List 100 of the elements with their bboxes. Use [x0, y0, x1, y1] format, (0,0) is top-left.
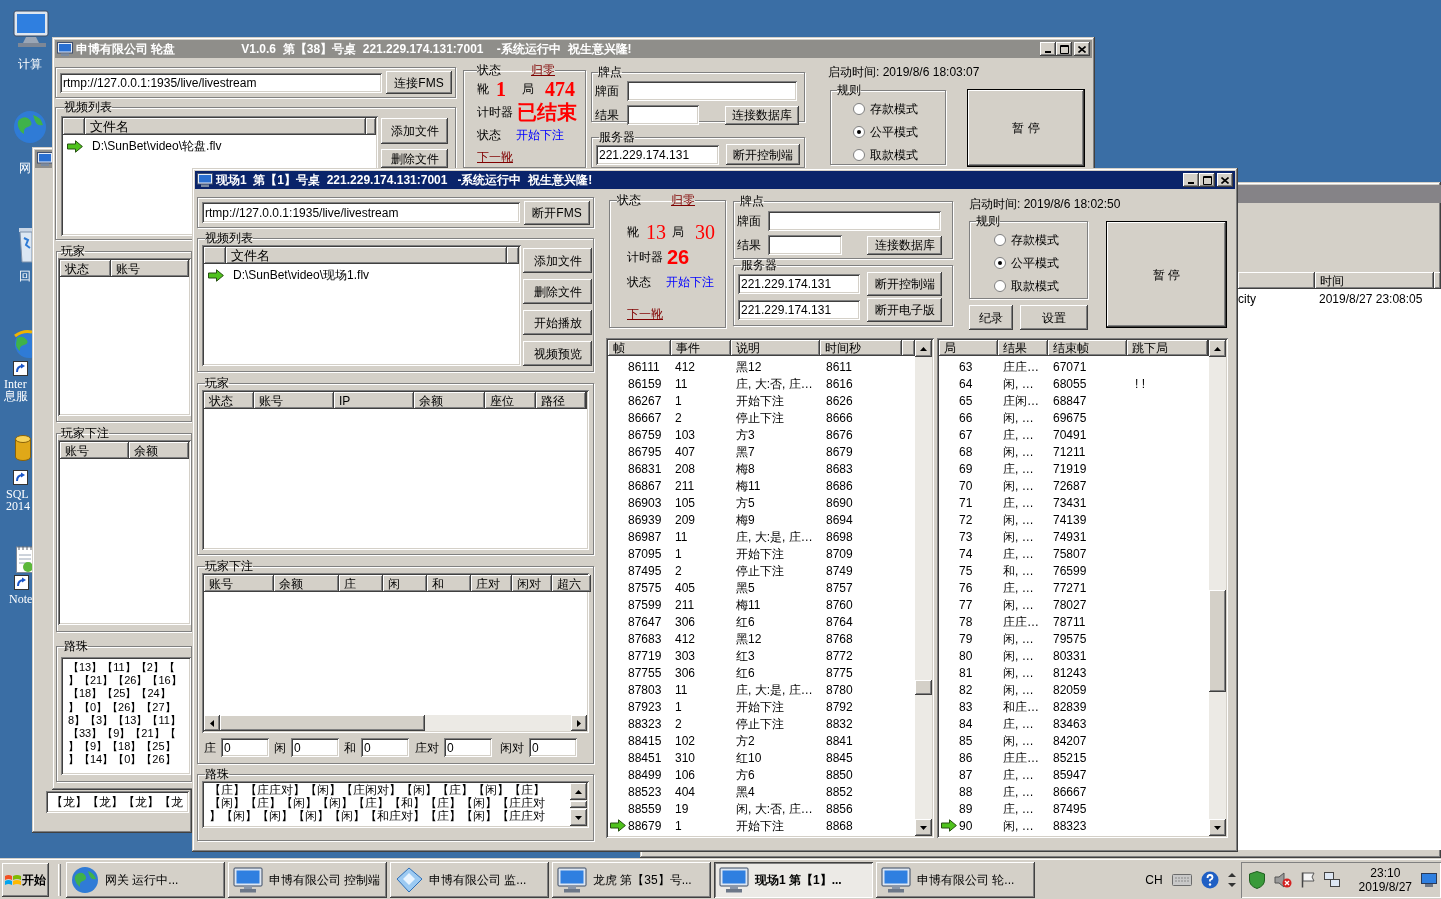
connect-database-button[interactable]: 连接数据库 — [867, 235, 942, 255]
fms-button[interactable]: 连接FMS — [386, 71, 452, 94]
bet-total-field[interactable]: 0 — [291, 738, 339, 757]
scrollbar[interactable] — [915, 340, 932, 836]
pause-button[interactable]: 暂 停 — [967, 89, 1085, 167]
server-button[interactable]: 断开控制端 — [726, 144, 800, 165]
bet-total-field[interactable]: 0 — [361, 738, 409, 757]
scrollbar-thumb[interactable] — [570, 801, 587, 808]
column-header[interactable]: 结果 — [998, 340, 1048, 356]
pause-button[interactable]: 暂 停 — [1106, 221, 1227, 328]
scroll-down-button[interactable] — [570, 809, 587, 826]
icon-label[interactable]: Inter — [4, 378, 28, 390]
radio-label[interactable]: 存款模式 — [870, 99, 918, 118]
scroll-left-button[interactable] — [204, 715, 220, 731]
column-header[interactable]: 说明 — [731, 340, 820, 356]
reset-link[interactable]: 归零 — [531, 64, 555, 77]
close-button[interactable] — [1217, 173, 1233, 187]
server-button[interactable]: 断开控制端 — [867, 272, 942, 296]
scrollbar-thumb[interactable] — [915, 680, 932, 695]
column-header[interactable]: 账号 — [254, 392, 334, 409]
taskbar-button[interactable]: 申博有限公司 控制端 — [228, 861, 387, 898]
radio-label[interactable]: 取款模式 — [1011, 276, 1059, 295]
column-header[interactable]: 跳下局 — [1127, 340, 1208, 356]
icon-label[interactable]: SQL — [6, 488, 30, 500]
radio-button[interactable] — [994, 256, 1006, 269]
column-header[interactable]: 状态 — [204, 392, 254, 409]
next-shoe-link[interactable]: 下一靴 — [477, 150, 513, 164]
scrollbar[interactable] — [204, 715, 587, 731]
file-action-button[interactable]: 添加文件 — [381, 118, 448, 144]
column-header[interactable]: 文件名 — [85, 118, 366, 135]
column-header[interactable]: 路径 — [536, 392, 586, 409]
column-header[interactable]: 帧 — [608, 340, 671, 356]
column-header[interactable]: 余额 — [414, 392, 485, 409]
radio-label[interactable]: 取款模式 — [870, 145, 918, 164]
taskbar-button[interactable]: 申博有限公司 监... — [390, 861, 549, 898]
card-face-field[interactable] — [627, 81, 797, 101]
icon-label[interactable]: 息服 — [4, 390, 28, 402]
connect-database-button[interactable]: 连接数据库 — [725, 105, 799, 125]
radio-label[interactable]: 公平模式 — [870, 122, 918, 141]
next-shoe-link[interactable]: 下一靴 — [627, 307, 663, 321]
server-button[interactable]: 断开电子版 — [867, 298, 942, 322]
taskbar-button[interactable]: 申博有限公司 轮... — [876, 861, 1035, 898]
column-header[interactable]: 事件 — [671, 340, 731, 356]
column-header[interactable]: IP — [334, 392, 414, 409]
scroll-down-button[interactable] — [915, 819, 932, 836]
bet-total-field[interactable]: 0 — [221, 738, 269, 757]
scroll-down-button[interactable] — [1209, 819, 1226, 836]
column-header[interactable]: 账号 — [111, 260, 189, 277]
file-item[interactable]: D:\SunBet\video\轮盘.flv — [92, 137, 222, 155]
column-header[interactable]: 账号 — [60, 442, 129, 459]
server-address-field[interactable]: 221.229.174.131 — [738, 274, 860, 294]
column-header[interactable]: 座位 — [485, 392, 536, 409]
server-address-field[interactable]: 221.229.174.131 — [738, 300, 860, 320]
file-action-button[interactable]: 开始播放 — [523, 310, 592, 335]
column-header[interactable]: 超六 — [552, 575, 591, 592]
radio-label[interactable]: 存款模式 — [1011, 230, 1059, 249]
close-button[interactable] — [1074, 42, 1090, 56]
icon-label[interactable]: 网 — [19, 162, 31, 174]
column-header[interactable]: 庄 — [339, 575, 383, 592]
file-action-button[interactable]: 添加文件 — [523, 248, 592, 273]
column-header[interactable]: 账号 — [204, 575, 274, 592]
taskbar-button[interactable]: 网关 运行中... — [66, 861, 225, 898]
minimize-button[interactable] — [1040, 42, 1056, 56]
taskbar-button[interactable]: 现场1 第【1】... — [714, 861, 873, 898]
icon-label[interactable]: Note — [9, 593, 33, 605]
column-header[interactable]: 时间 — [1315, 272, 1434, 289]
column-header[interactable]: 和 — [427, 575, 471, 592]
icon-label[interactable]: 回 — [19, 270, 31, 282]
column-header[interactable]: 状态 — [60, 260, 111, 277]
file-action-button[interactable]: 删除文件 — [523, 279, 592, 304]
result-field[interactable] — [627, 105, 699, 125]
scroll-right-button[interactable] — [571, 715, 587, 731]
card-face-field[interactable] — [768, 211, 941, 231]
maximize-button[interactable] — [1199, 173, 1215, 187]
settings-button[interactable]: 设置 — [1020, 305, 1088, 330]
bet-total-field[interactable]: 0 — [444, 738, 492, 757]
column-header[interactable]: 余额 — [274, 575, 339, 592]
radio-label[interactable]: 公平模式 — [1011, 253, 1059, 272]
radio-button[interactable] — [994, 233, 1006, 246]
column-header[interactable] — [1238, 272, 1315, 289]
language-indicator[interactable]: CH — [1145, 870, 1163, 889]
bet-total-field[interactable]: 0 — [529, 738, 577, 757]
file-action-button[interactable]: 视频预览 — [523, 341, 592, 366]
radio-button[interactable] — [853, 125, 865, 138]
scrollbar[interactable] — [1209, 340, 1226, 836]
scrollbar-thumb[interactable] — [1209, 590, 1226, 692]
column-header[interactable]: 闲 — [383, 575, 427, 592]
column-header[interactable]: 时间秒 — [820, 340, 902, 356]
column-header[interactable]: 庄对 — [471, 575, 512, 592]
radio-button[interactable] — [994, 279, 1006, 292]
minimize-button[interactable] — [1183, 173, 1199, 187]
file-item[interactable]: D:\SunBet\video\现场1.flv — [233, 266, 370, 284]
column-header[interactable]: 结束帧 — [1048, 340, 1127, 356]
file-action-button[interactable]: 删除文件 — [381, 149, 448, 168]
url-field[interactable]: rtmp://127.0.0.1:1935/live/livestream — [202, 202, 520, 223]
icon-label[interactable]: 计算 — [18, 58, 42, 70]
column-header[interactable]: 余额 — [129, 442, 189, 459]
column-header[interactable]: 局 — [939, 340, 998, 356]
record-button[interactable]: 纪录 — [969, 305, 1013, 330]
result-field[interactable] — [768, 235, 842, 255]
